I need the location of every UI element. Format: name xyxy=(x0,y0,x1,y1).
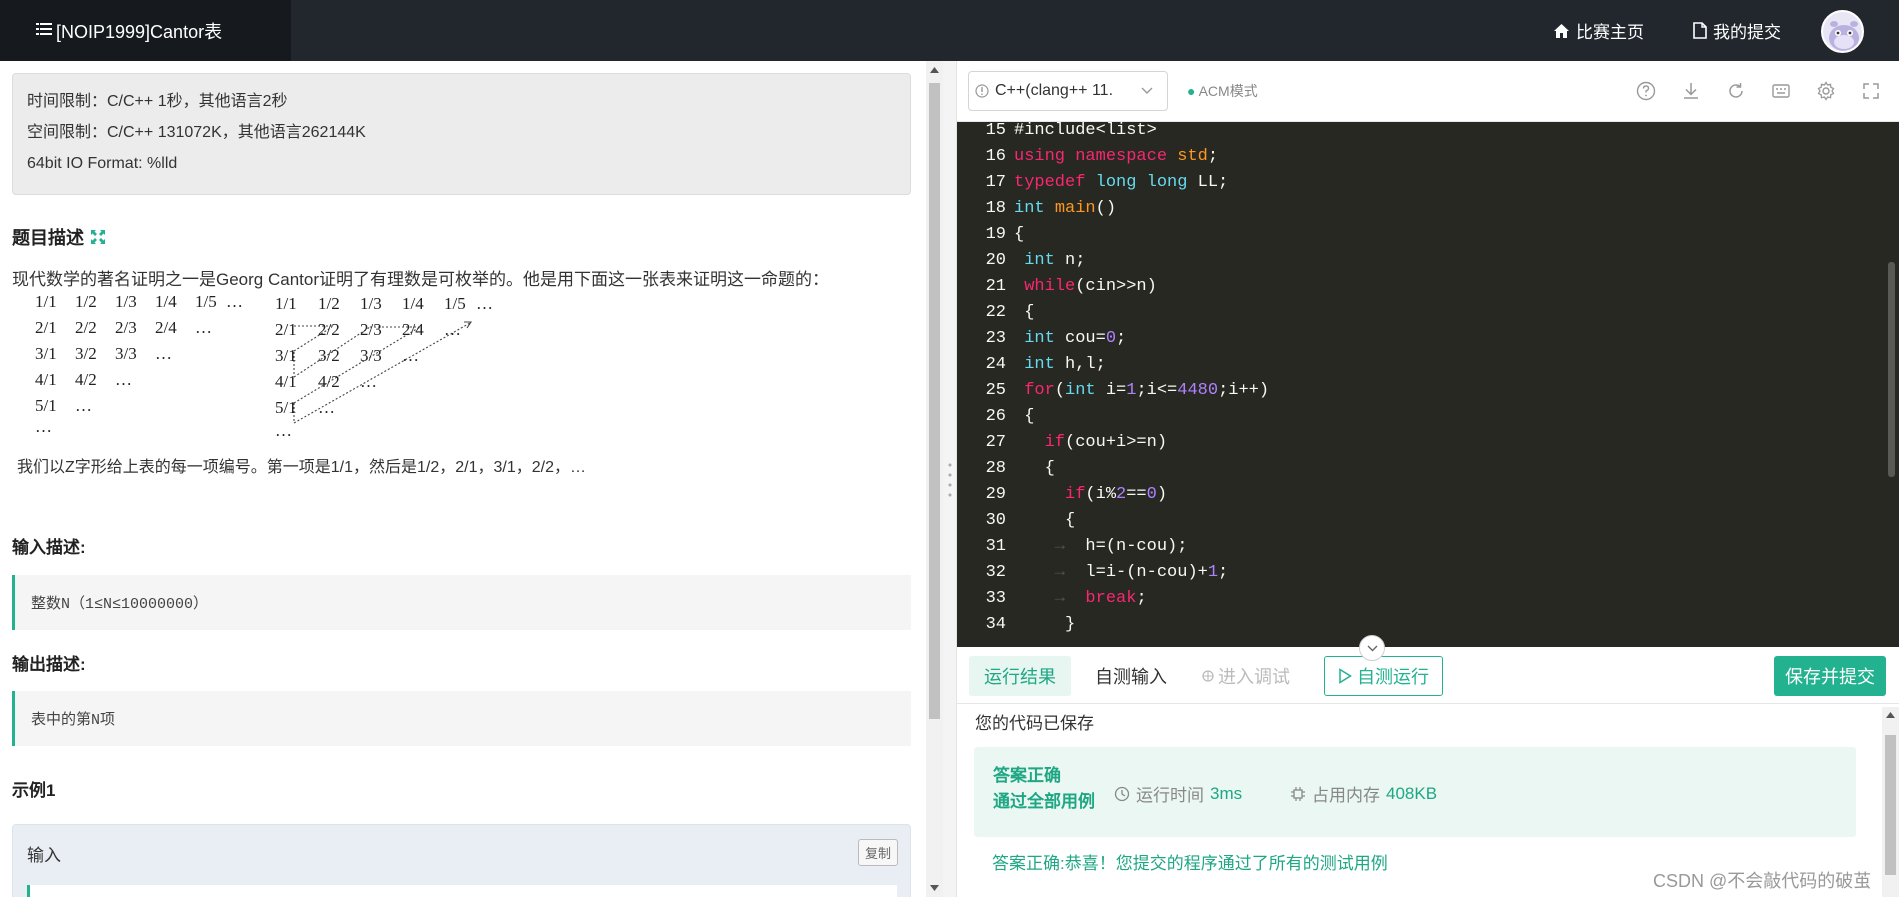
expand-icon[interactable] xyxy=(90,229,106,245)
result-cases: 通过全部用例 xyxy=(993,792,1095,811)
divider xyxy=(957,703,1899,704)
tab-custom-input[interactable]: 自测输入 xyxy=(1095,656,1167,696)
mode-label: ● ACM模式 xyxy=(1187,83,1258,99)
result-status: 答案正确 xyxy=(993,766,1061,785)
drag-handle-icon xyxy=(948,463,952,497)
keyboard-icon[interactable] xyxy=(1770,80,1792,102)
code-line: 34 } xyxy=(985,615,1076,634)
code-line: 32 → l=i-(n-cou)+1; xyxy=(985,563,1229,582)
chip-icon xyxy=(1291,786,1305,801)
result-card: 答案正确 通过全部用例 运行时间 3ms 占用内存 408KB xyxy=(974,747,1856,837)
memory-usage: 占用内存 408KB xyxy=(1290,781,1437,806)
nav-my-submissions[interactable]: 我的提交 xyxy=(1693,0,1781,61)
problem-scrollbar[interactable] xyxy=(926,61,943,897)
output-heading: 输出描述: xyxy=(12,655,86,674)
limits-box: 时间限制：C/C++ 1秒，其他语言2秒 空间限制：C/C++ 131072K，… xyxy=(12,73,911,195)
language-select[interactable]: C++(clang++ 11. xyxy=(968,71,1168,111)
settings-icon[interactable] xyxy=(1815,80,1837,102)
saved-message: 您的代码已保存 xyxy=(975,714,1094,733)
code-line: 19{ xyxy=(985,225,1025,244)
code-line: 22 { xyxy=(985,303,1035,322)
scroll-up-icon[interactable] xyxy=(1886,712,1895,718)
code-line: 33 → break; xyxy=(985,589,1147,608)
problem-panel: 时间限制：C/C++ 1秒，其他语言2秒 空间限制：C/C++ 131072K，… xyxy=(0,61,926,897)
code-line: 26 { xyxy=(985,407,1035,426)
nav-contest-home[interactable]: 比赛主页 xyxy=(1553,0,1644,61)
pane-splitter[interactable] xyxy=(943,61,957,897)
list-icon xyxy=(36,20,54,41)
result-message: 答案正确:恭喜！您提交的程序通过了所有的测试用例 xyxy=(992,854,1388,873)
play-icon xyxy=(1339,668,1352,684)
user-avatar[interactable] xyxy=(1821,10,1864,53)
code-line: 23 int cou=0; xyxy=(985,329,1127,348)
scroll-down-icon[interactable] xyxy=(930,885,939,891)
code-line: 27 if(cou+i>=n) xyxy=(985,433,1168,452)
code-line: 30 { xyxy=(985,511,1076,530)
test-run-button[interactable]: 自测运行 xyxy=(1324,656,1443,696)
description-text-2: 我们以Z字形给上表的每一项编号。第一项是1/1，然后是1/2，2/1，3/1，2… xyxy=(17,459,586,476)
problem-title-box[interactable]: [NOIP1999]Cantor表 xyxy=(0,0,291,61)
sample-input-content xyxy=(27,885,897,897)
editor-toolbar: C++(clang++ 11. ● ACM模式 xyxy=(957,61,1899,122)
code-line: 17 typedef long long LL; xyxy=(985,173,1229,192)
code-line: 28 { xyxy=(985,459,1055,478)
copy-button[interactable]: 复制 xyxy=(857,839,898,866)
code-line: 18 int main() xyxy=(985,199,1117,218)
result-panel: 运行结果 自测输入 进入调试 自测运行 保存并提交 您的代码已保存 答案正确 通… xyxy=(957,647,1899,897)
sample-input-box: 输入 复制 xyxy=(12,824,911,897)
sample-input-label: 输入 xyxy=(27,846,61,865)
tab-run-result[interactable]: 运行结果 xyxy=(969,656,1071,696)
memory-limit: 空间限制：C/C++ 131072K，其他语言262144K xyxy=(27,124,366,141)
code-line: 15 #include<list> xyxy=(985,122,1157,140)
example-heading: 示例1 xyxy=(12,781,56,800)
clock-icon xyxy=(1114,786,1130,801)
home-icon xyxy=(1554,23,1569,38)
problem-scrollbar-thumb[interactable] xyxy=(929,83,940,719)
info-icon xyxy=(975,84,989,98)
input-heading: 输入描述: xyxy=(12,538,86,557)
download-icon[interactable] xyxy=(1680,80,1702,102)
chevron-down-icon xyxy=(1367,645,1377,651)
editor-scrollbar[interactable] xyxy=(1888,262,1895,477)
code-panel: C++(clang++ 11. ● ACM模式 15 #include<list>… xyxy=(957,61,1899,897)
save-submit-button[interactable]: 保存并提交 xyxy=(1774,656,1886,696)
top-bar: [NOIP1999]Cantor表 比赛主页 我的提交 xyxy=(0,0,1899,61)
code-line: 24 int h,l; xyxy=(985,355,1106,374)
refresh-icon[interactable] xyxy=(1725,80,1747,102)
io-format: 64bit IO Format: %lld xyxy=(27,155,178,172)
code-line: 16 using namespace std; xyxy=(985,147,1219,166)
scroll-up-icon[interactable] xyxy=(930,67,939,73)
code-line: 20 int n; xyxy=(985,251,1086,270)
run-time: 运行时间 3ms xyxy=(1114,781,1242,806)
code-line: 21 while(cin>>n) xyxy=(985,277,1157,296)
fullscreen-icon[interactable] xyxy=(1860,80,1882,102)
code-line: 29 if(i%2==0) xyxy=(985,485,1168,504)
document-icon xyxy=(1693,22,1707,39)
description-text: 现代数学的著名证明之一是Georg Cantor证明了有理数是可枚举的。他是用下… xyxy=(12,270,829,289)
code-line: 31 → h=(n-cou); xyxy=(985,537,1188,556)
help-icon[interactable] xyxy=(1635,80,1657,102)
watermark: CSDN @不会敲代码的破茧 xyxy=(1653,871,1872,891)
problem-title: [NOIP1999]Cantor表 xyxy=(56,21,223,42)
language-value: C++(clang++ 11. xyxy=(995,82,1114,99)
result-scrollbar-thumb[interactable] xyxy=(1885,735,1896,875)
code-editor[interactable]: 15 #include<list> 16 using namespace std; … xyxy=(957,122,1899,647)
input-description: 整数N（1≤N≤10000000） xyxy=(12,575,911,630)
description-heading: 题目描述 xyxy=(12,224,106,250)
output-description: 表中的第N项 xyxy=(12,691,911,746)
time-limit: 时间限制：C/C++ 1秒，其他语言2秒 xyxy=(27,93,288,110)
chevron-down-icon xyxy=(1141,87,1153,94)
result-scrollbar[interactable] xyxy=(1882,707,1899,897)
tab-debug[interactable]: 进入调试 xyxy=(1200,656,1290,696)
collapse-toggle[interactable] xyxy=(1359,635,1385,661)
code-line: 25 for(int i=1;i<=4480;i++) xyxy=(985,381,1270,400)
bug-icon xyxy=(1202,670,1214,682)
